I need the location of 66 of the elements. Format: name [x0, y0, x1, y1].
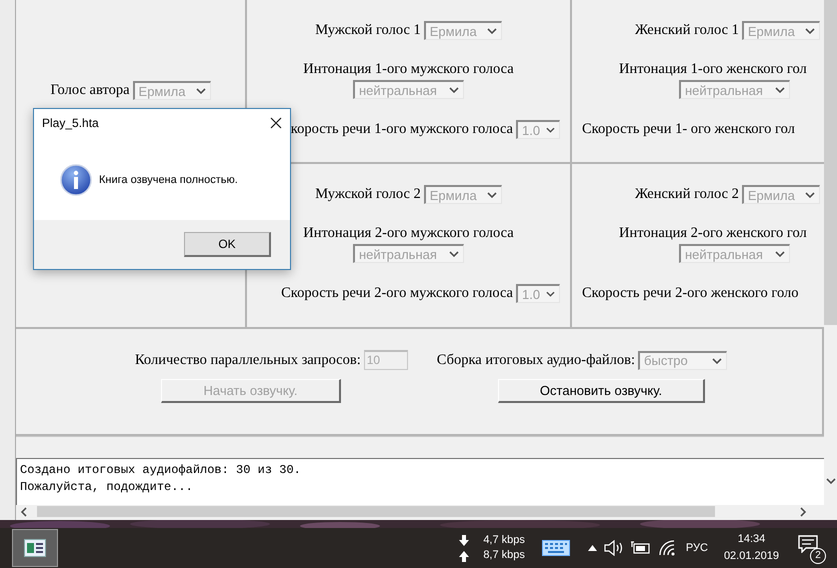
upload-speed: 8,7 kbps	[483, 548, 525, 563]
voice-select[interactable]: Ермила	[742, 21, 820, 40]
parallel-requests-field[interactable]: 10	[364, 350, 408, 370]
chevron-down-icon	[546, 290, 555, 298]
language-indicator[interactable]: РУС	[686, 542, 708, 554]
chevron-down-icon	[196, 87, 206, 95]
author-voice-select[interactable]: Ермила	[132, 81, 211, 100]
scroll-right-icon[interactable]	[799, 506, 807, 516]
voice-select[interactable]: Ермила	[424, 185, 502, 204]
intonation-select[interactable]: нейтральная	[679, 244, 790, 263]
voice-label: Женский голос 1	[635, 22, 739, 39]
chevron-down-icon	[486, 27, 497, 35]
app-taskbar-icon[interactable]	[12, 529, 58, 567]
intonation-label: Интонация 2-ого женского гол	[619, 224, 807, 242]
intonation-select[interactable]: нейтральная	[679, 80, 790, 99]
scroll-left-icon[interactable]	[20, 506, 28, 516]
intonation-label: Интонация 2-ого мужского голоса	[303, 224, 514, 242]
chevron-down-icon	[712, 356, 722, 364]
download-speed: 4,7 kbps	[483, 533, 525, 548]
assembly-select[interactable]: быстро	[638, 350, 728, 370]
chevron-down-icon	[775, 250, 785, 258]
intonation-label: Интонация 1-ого мужского голоса	[303, 60, 514, 78]
notification-count: 2	[810, 548, 826, 564]
speech-rate-label: Скорость речи 1- ого женского гол	[582, 121, 795, 138]
speech-rate-select[interactable]: 1.0	[516, 120, 560, 139]
chevron-down-icon	[449, 86, 459, 94]
voice-select[interactable]: Ермила	[424, 21, 502, 40]
speech-rate-label: Скорость речи 2-ого мужского голоса	[281, 285, 513, 302]
voice-label: Мужской голос 1	[315, 22, 421, 39]
speech-rate-label: корость речи 1-ого мужского голоса	[290, 121, 513, 138]
speech-rate-label: Скорость речи 2-ого женского голо	[582, 285, 799, 302]
volume-icon[interactable]	[604, 540, 624, 556]
log-area[interactable]: Создано итоговых аудиофайлов: 30 из 30. Пожалуйста, подождите...	[16, 458, 824, 505]
dialog-title: Play_5.hta	[42, 116, 99, 130]
parallel-requests-label: Количество параллельных запросов:	[134, 352, 361, 368]
speech-rate-select[interactable]: 1.0	[516, 284, 560, 303]
battery-icon[interactable]	[630, 541, 651, 555]
clock[interactable]: 14:34 02.01.2019	[724, 531, 779, 565]
voicing-button[interactable]: Остановить озвучку.	[498, 379, 705, 403]
intonation-select[interactable]: нейтральная	[353, 244, 464, 263]
upload-arrow-icon	[459, 550, 470, 562]
voice-label: Женский голос 2	[635, 186, 739, 203]
close-icon[interactable]	[270, 116, 282, 128]
intonation-select[interactable]: нейтральная	[353, 80, 464, 99]
chevron-down-icon	[804, 27, 815, 35]
chevron-down-icon	[486, 191, 497, 199]
chevron-down-icon	[546, 126, 555, 134]
log-line: Пожалуйста, подождите...	[20, 479, 193, 496]
download-arrow-icon	[459, 534, 470, 546]
log-line: Создано итоговых аудиофайлов: 30 из 30.	[20, 462, 301, 479]
info-icon	[60, 164, 92, 196]
caret-up-icon[interactable]	[588, 545, 597, 551]
chevron-down-icon	[804, 191, 815, 199]
voice-label: Мужской голос 2	[315, 186, 421, 203]
chevron-down-icon	[449, 250, 459, 258]
scroll-down-icon[interactable]	[826, 477, 836, 485]
assembly-label: Сборка итоговых аудио-файлов:	[436, 352, 636, 368]
intonation-label: Интонация 1-ого женского гол	[619, 60, 807, 78]
dialog-message: Книга озвучена полностью.	[99, 174, 238, 186]
notification-icon[interactable]	[798, 535, 818, 553]
chevron-down-icon	[775, 86, 785, 94]
keyboard-icon[interactable]	[542, 540, 570, 556]
author-voice-label: Голос автора	[50, 82, 130, 99]
ok-button[interactable]: OK	[184, 232, 271, 257]
voice-select[interactable]: Ермила	[742, 185, 820, 204]
wifi-icon[interactable]	[658, 540, 676, 556]
